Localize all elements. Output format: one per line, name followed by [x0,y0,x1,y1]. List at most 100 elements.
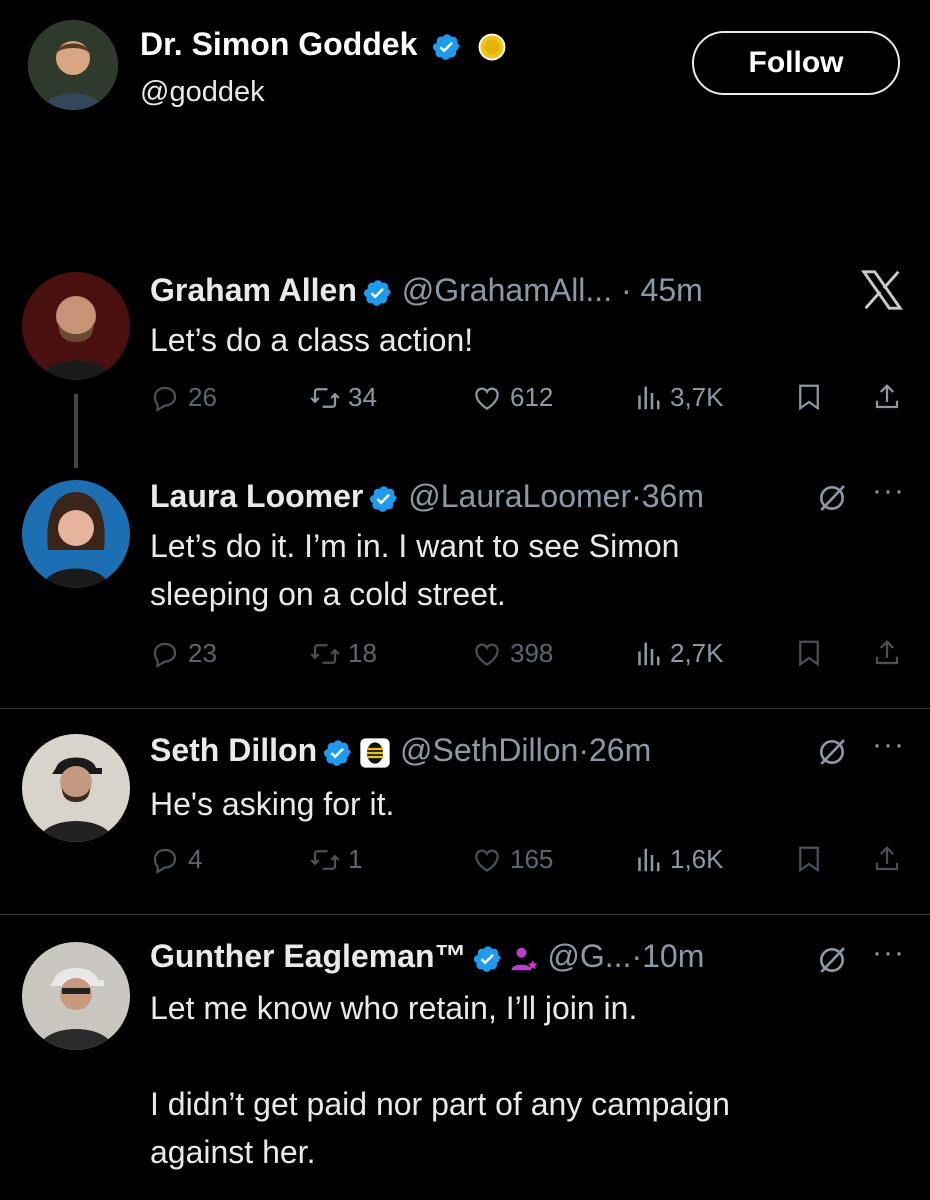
separator-dot: · [620,272,632,308]
more-icon[interactable]: ··· [872,728,905,762]
bookmark-button[interactable] [794,844,832,874]
like-count: 398 [510,638,554,668]
thread-line [74,394,78,468]
like-button[interactable]: 398 [472,638,553,669]
reply-icon [150,639,180,669]
more-icon[interactable]: ··· [872,474,905,508]
verified-badge-icon [323,738,353,768]
share-button[interactable] [872,382,910,412]
grok-icon[interactable] [816,482,848,514]
grok-icon[interactable] [816,736,848,768]
person-star-icon [511,947,537,970]
tweet-header: Seth Dillon @SethDillon·26m [150,732,651,769]
divider [0,708,930,709]
profile-avatar[interactable] [28,20,118,110]
share-button[interactable] [872,844,910,874]
share-button[interactable] [872,638,910,668]
profile-name: Dr. Simon Goddek [140,26,418,62]
separator-dot: · [631,478,642,514]
tweet-timestamp[interactable]: 36m [642,478,704,514]
reply-button[interactable]: 4 [150,844,202,875]
tweet-author-handle[interactable]: @SethDillon [400,732,578,768]
tweet-actions: 4 1 165 1,6K [150,844,910,884]
tweet-author-handle[interactable]: @GrahamAll... [402,272,612,308]
profile-header: Dr. Simon Goddek @goddek Follow [0,0,930,130]
tweet-avatar[interactable] [22,734,130,842]
bookmark-icon [794,382,824,412]
retweet-icon [310,845,340,875]
tweet-timestamp[interactable]: 10m [642,938,704,974]
like-count: 165 [510,844,554,874]
share-icon [872,638,902,668]
tweet-text: Let’s do a class action! [150,322,474,358]
divider [0,914,930,915]
verified-badge-icon [363,278,393,308]
retweet-button[interactable]: 18 [310,638,377,669]
views-button[interactable]: 3,7K [632,382,724,413]
views-icon [632,845,662,875]
tweet-author-name[interactable]: Seth Dillon [150,732,317,768]
reply-count: 4 [188,844,203,874]
tweet-avatar[interactable] [22,942,130,1050]
views-button[interactable]: 1,6K [632,844,724,875]
views-count: 2,7K [670,638,724,668]
like-button[interactable]: 612 [472,382,553,413]
views-count: 3,7K [670,382,724,412]
retweet-button[interactable]: 34 [310,382,377,413]
separator-dot: · [631,938,643,974]
tweet-author-name[interactable]: Gunther Eagleman™ [150,938,467,974]
tweet-timestamp[interactable]: 26m [589,732,651,768]
retweet-icon [310,383,340,413]
profile-handle: @goddek [140,76,265,108]
tweet-author-handle[interactable]: @G... [547,938,631,974]
more-icon[interactable]: ··· [872,936,905,970]
tweet-author-handle[interactable]: @LauraLoomer [408,478,631,514]
bookmark-icon [794,844,824,874]
bookmark-button[interactable] [794,638,832,668]
reply-count: 23 [188,638,217,668]
reply-icon [150,383,180,413]
tweet-timestamp[interactable]: 45m [641,272,703,308]
tweet-header: Graham Allen @GrahamAll... · 45m [150,272,703,309]
verified-badge-icon [369,484,399,514]
share-icon [872,844,902,874]
tweet-actions: 23 18 398 2,7K [150,638,910,678]
reply-button[interactable]: 26 [150,382,217,413]
retweet-button[interactable]: 1 [310,844,362,875]
profile-name-row: Dr. Simon Goddek [140,26,507,63]
share-icon [872,382,902,412]
views-icon [632,639,662,669]
tweet-avatar[interactable] [22,272,130,380]
affiliate-badge-icon [360,737,390,768]
reply-button[interactable]: 23 [150,638,217,669]
views-button[interactable]: 2,7K [632,638,724,669]
views-count: 1,6K [670,844,724,874]
tweet-header: Gunther Eagleman™ @G...·10m [150,938,704,975]
bookmark-button[interactable] [794,382,832,412]
tweet-avatar[interactable] [22,480,130,588]
reply-count: 26 [188,382,217,412]
tweet[interactable]: Graham Allen @GrahamAll... · 45m Let’s d… [0,260,930,460]
like-count: 612 [510,382,554,412]
follow-button[interactable]: Follow [692,31,900,95]
separator-dot: · [578,732,589,768]
tweet[interactable]: Seth Dillon @SethDillon·26m ··· He's ask… [0,722,930,912]
like-button[interactable]: 165 [472,844,553,875]
verified-badge-icon [473,944,503,974]
tweet-text: He's asking for it. [150,786,395,822]
retweet-count: 34 [348,382,377,412]
tweet[interactable]: Gunther Eagleman™ @G...·10m ··· Let me k… [0,928,930,1200]
tweet-actions: 26 34 612 3,7K [150,382,910,422]
retweet-count: 18 [348,638,377,668]
tweet-author-name[interactable]: Laura Loomer [150,478,363,514]
tweet-text: Let’s do it. I’m in. I want to see Simon… [150,528,680,612]
tweet-header: Laura Loomer @LauraLoomer·36m [150,478,704,515]
retweet-icon [310,639,340,669]
tweet-author-name[interactable]: Graham Allen [150,272,357,308]
verified-badge-icon [432,32,462,62]
grok-icon[interactable] [816,944,848,976]
reply-icon [150,845,180,875]
tweet[interactable]: Laura Loomer @LauraLoomer·36m ··· Let’s … [0,470,930,706]
retweet-count: 1 [348,844,363,874]
like-icon [472,845,502,875]
